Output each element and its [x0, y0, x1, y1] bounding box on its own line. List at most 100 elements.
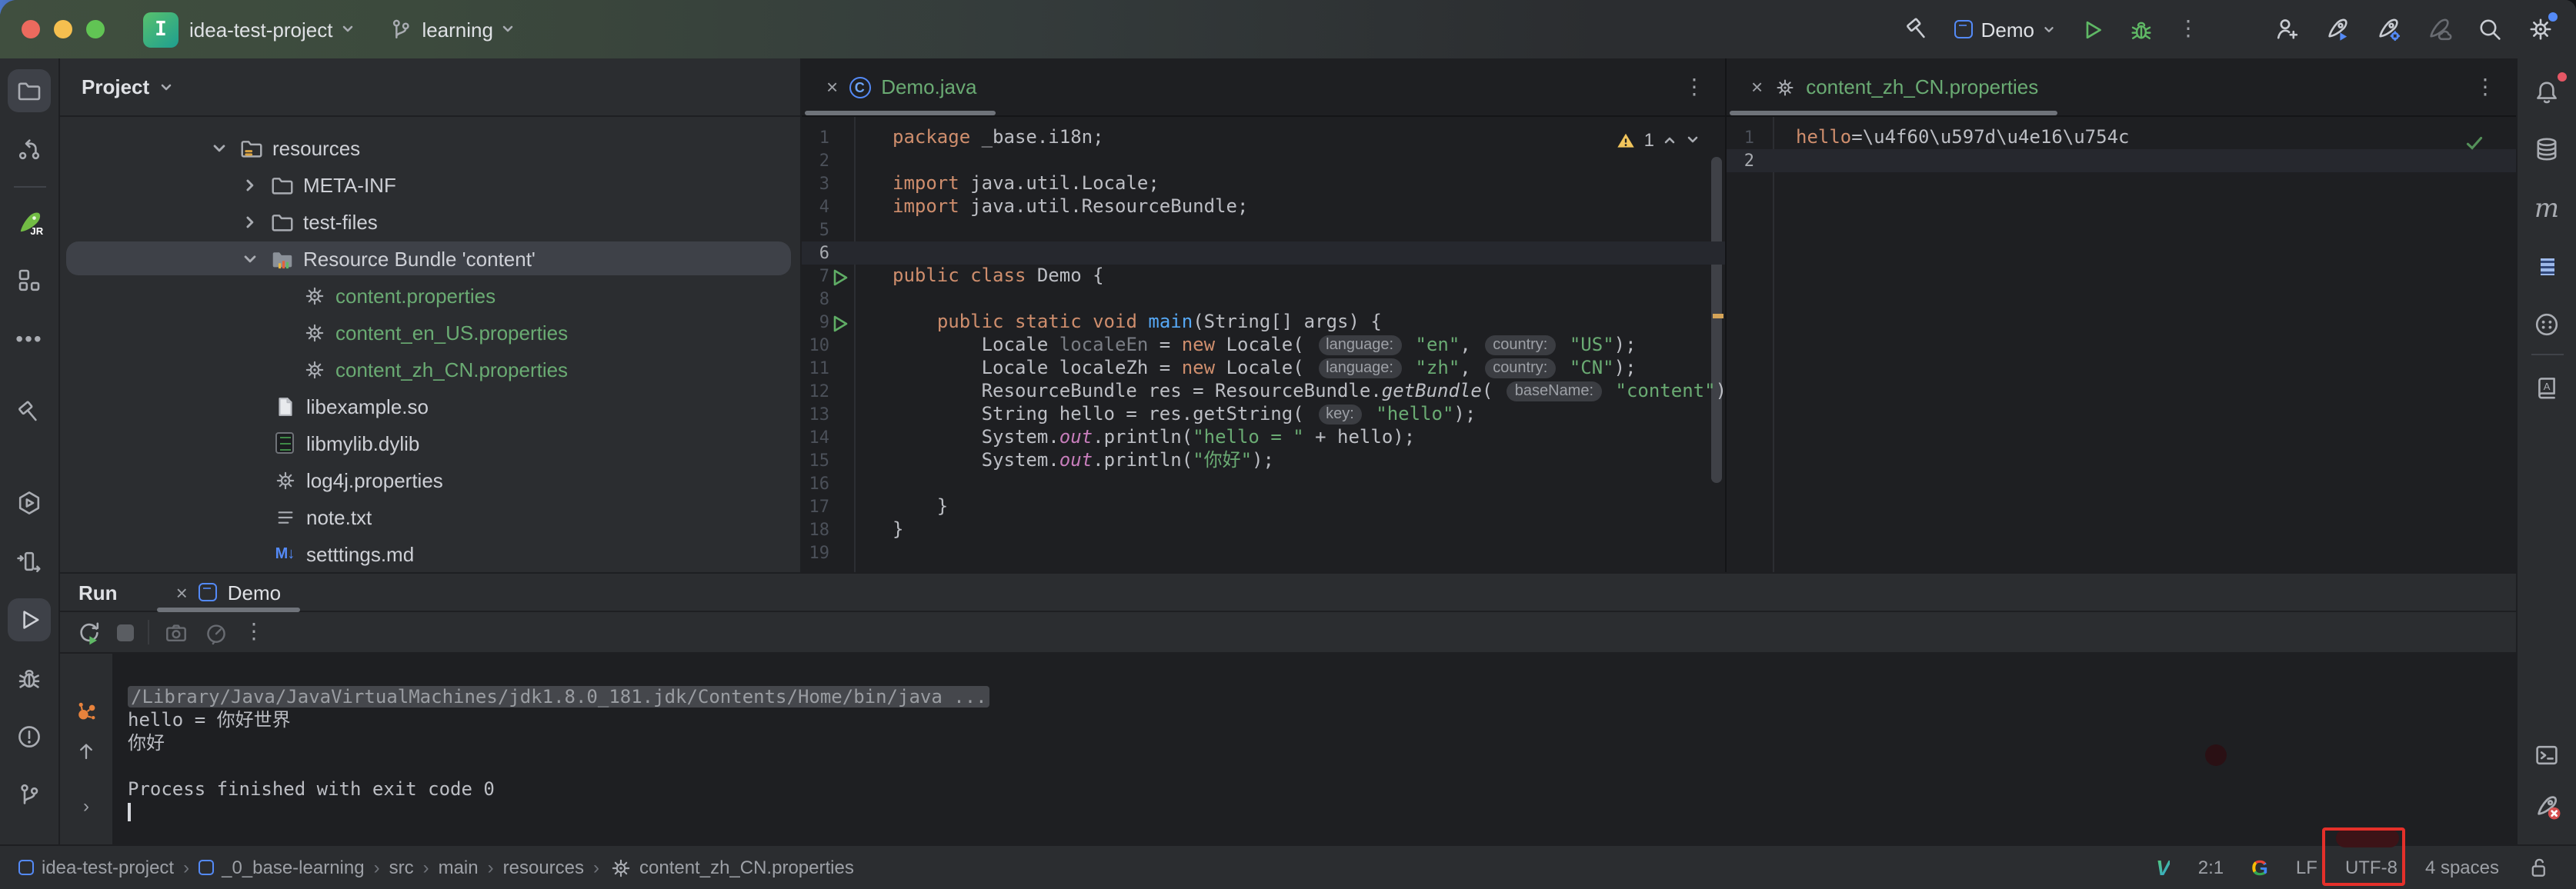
close-tab-icon[interactable]: ×	[826, 75, 838, 98]
tree-row[interactable]: resources	[60, 129, 800, 166]
scroll-to-top-icon[interactable]	[74, 738, 98, 763]
warning-stripe-mark[interactable]	[1713, 314, 1723, 318]
cloud-run-button-disabled[interactable]	[2425, 15, 2453, 43]
vcs-tool-button[interactable]	[8, 774, 51, 817]
tree-row[interactable]: Resource Bundle 'content'	[60, 240, 800, 277]
minimize-window-button[interactable]	[54, 20, 72, 38]
tree-row[interactable]: M↓setttings.md	[60, 535, 800, 572]
code-editor[interactable]: 1 1package _base.i18n;23import java.util…	[802, 117, 1725, 572]
profiler-button-disabled[interactable]	[203, 619, 229, 645]
indent-widget[interactable]: 4 spaces	[2425, 857, 2499, 878]
chevron-right-icon[interactable]	[241, 176, 258, 193]
breadcrumb-label: idea-test-project	[42, 857, 174, 878]
endpoints-tool-button[interactable]	[8, 540, 51, 583]
code-line: 3import java.util.Locale;	[802, 172, 1725, 195]
chevron-down-icon[interactable]	[241, 250, 258, 267]
encoding-widget[interactable]: UTF-8	[2345, 857, 2397, 878]
code-editor[interactable]: 1hello=\u4f60\u597d\u4e16\u754c2	[1727, 117, 2516, 572]
more-tool-windows-button[interactable]: •••	[8, 317, 51, 360]
run-panel-title: Run	[78, 581, 118, 604]
console[interactable]: › /Library/Java/JavaVirtualMachines/jdk1…	[60, 654, 2516, 844]
tab-options-menu[interactable]: ⋮	[2474, 76, 2516, 98]
tree-item-label: log4j.properties	[306, 468, 443, 491]
google-plugin-icon[interactable]: G	[2251, 855, 2268, 880]
run-tool-button[interactable]	[8, 598, 51, 641]
profile-run-button[interactable]	[2324, 15, 2351, 43]
database-tool-button[interactable]	[2525, 128, 2568, 171]
unlock-icon[interactable]	[2527, 855, 2551, 880]
binary-plugin-button[interactable]	[2525, 245, 2568, 288]
rerun-button[interactable]	[75, 618, 103, 646]
run-button[interactable]	[2079, 16, 2105, 42]
build-button[interactable]	[1904, 15, 1932, 43]
project-tool-button[interactable]	[8, 69, 51, 112]
run-gutter-button[interactable]	[833, 268, 848, 285]
breadcrumb-item[interactable]: _0_base-learning	[199, 857, 365, 878]
plugin-circle-button[interactable]	[2525, 303, 2568, 346]
run-gutter-button[interactable]	[833, 315, 848, 331]
tab-options-menu[interactable]: ⋮	[1683, 76, 1725, 98]
search-everywhere-button[interactable]	[2476, 15, 2504, 43]
maven-tool-button[interactable]: m	[2525, 188, 2568, 231]
tree-row[interactable]: content.properties	[60, 277, 800, 314]
close-tab-icon[interactable]: ×	[1751, 75, 1763, 98]
more-actions-menu[interactable]: ⋮	[2177, 18, 2199, 40]
run-configuration-select[interactable]: Demo	[1955, 18, 2056, 41]
vcs-branch-widget[interactable]: learning	[388, 16, 516, 42]
tree-row[interactable]: content_zh_CN.properties	[60, 351, 800, 388]
tab-demo-java[interactable]: × C Demo.java	[802, 58, 998, 115]
chevron-up-icon[interactable]	[1662, 132, 1677, 148]
maximize-window-button[interactable]	[86, 20, 105, 38]
structure-tool-button[interactable]	[8, 258, 51, 301]
thread-dump-button-disabled[interactable]	[163, 619, 189, 645]
notifications-button[interactable]	[2525, 71, 2568, 114]
debug-tool-button[interactable]	[8, 657, 51, 700]
tab-content-zh-cn-properties[interactable]: × content_zh_CN.properties	[1727, 58, 2060, 115]
jrebel-tool-button[interactable]: JR	[8, 200, 51, 243]
problems-tool-button[interactable]	[8, 715, 51, 758]
warning-count: 1	[1644, 129, 1654, 151]
profiler-error-button[interactable]	[2525, 784, 2568, 827]
breadcrumb-item[interactable]: resources	[503, 857, 584, 878]
close-window-button[interactable]	[22, 20, 40, 38]
run-tab-demo[interactable]: × Demo	[158, 574, 300, 611]
chevron-down-icon[interactable]	[210, 139, 227, 156]
settings-button[interactable]	[2527, 15, 2554, 43]
close-tab-icon[interactable]: ×	[176, 581, 188, 604]
run-line-icon[interactable]	[833, 315, 848, 331]
v-plugin-icon[interactable]: V	[2156, 855, 2171, 880]
tree-row[interactable]: libexample.so	[60, 388, 800, 425]
console-options-menu[interactable]: ⋮	[243, 621, 265, 643]
breadcrumb-item[interactable]: content_zh_CN.properties	[609, 856, 854, 879]
status-bar: idea-test-project›_0_base-learning›src›m…	[0, 844, 2576, 889]
tree-row[interactable]: test-files	[60, 203, 800, 240]
profiler-settings-button[interactable]	[2374, 15, 2402, 43]
project-panel-header[interactable]: Project	[60, 58, 800, 117]
caret-position-widget[interactable]: 2:1	[2198, 857, 2224, 878]
breadcrumb-item[interactable]: idea-test-project	[18, 857, 174, 878]
tree-row[interactable]: log4j.properties	[60, 461, 800, 498]
add-user-icon	[2273, 15, 2301, 43]
services-tool-button[interactable]	[8, 481, 51, 524]
tree-row[interactable]: META-INF	[60, 166, 800, 203]
chevron-right-icon[interactable]	[241, 213, 258, 230]
debug-button[interactable]	[2128, 16, 2154, 42]
chevron-right-icon[interactable]: ›	[83, 795, 89, 817]
build-tool-button[interactable]	[8, 391, 51, 434]
project-widget[interactable]: idea-test-project	[189, 18, 355, 41]
inspections-widget[interactable]: 1	[1617, 129, 1700, 151]
tree-row[interactable]: libmylib.dylib	[60, 425, 800, 461]
breadcrumb-item[interactable]: src	[389, 857, 414, 878]
tree-row[interactable]: note.txt	[60, 498, 800, 535]
commit-tool-button[interactable]	[8, 128, 51, 171]
documentation-tool-button[interactable]: A	[2525, 366, 2568, 409]
tree-row[interactable]: content_en_US.properties	[60, 314, 800, 351]
inspections-widget[interactable]	[2464, 132, 2485, 154]
run-line-icon[interactable]	[833, 268, 848, 285]
code-with-me-button[interactable]	[2273, 15, 2301, 43]
line-separator-widget[interactable]: LF	[2296, 857, 2317, 878]
breadcrumb-item[interactable]: main	[439, 857, 479, 878]
chevron-down-icon[interactable]	[1685, 132, 1700, 148]
terminal-tool-button[interactable]	[2525, 734, 2568, 777]
stop-button-disabled[interactable]	[117, 624, 134, 641]
